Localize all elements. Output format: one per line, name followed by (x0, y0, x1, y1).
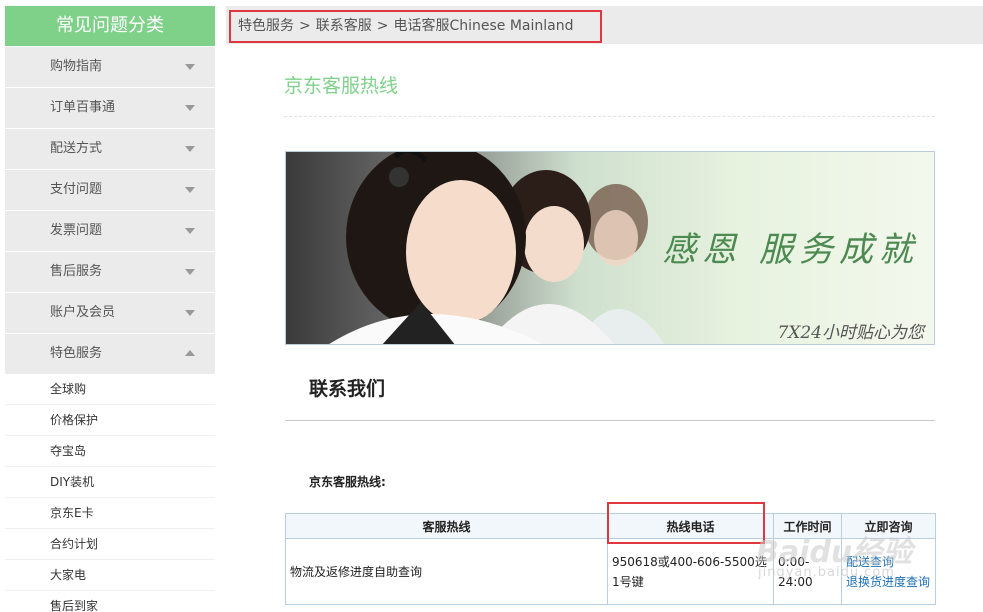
sidebar-subitem-global-purchase[interactable]: 全球购 (5, 374, 215, 405)
sidebar-item-label: 发票问题 (50, 223, 103, 238)
sidebar-subitem-home-service[interactable]: 售后到家 (5, 591, 215, 612)
sidebar-item-label: 配送方式 (50, 141, 103, 156)
sidebar-item-after-sales[interactable]: 售后服务 (5, 251, 215, 292)
sidebar-item-payment[interactable]: 支付问题 (5, 169, 215, 210)
sidebar-title: 常见问题分类 (5, 6, 215, 46)
breadcrumb-item-contact-service[interactable]: 联系客服 (316, 18, 372, 34)
chevron-down-icon (185, 228, 195, 234)
sidebar-item-account[interactable]: 账户及会员 (5, 292, 215, 333)
highlight-box (607, 502, 765, 544)
sidebar-item-label: 账户及会员 (50, 305, 116, 320)
cell-service: 物流及返修进度自助查询 (285, 538, 608, 605)
banner-slogan: 感恩 服务成就 (662, 230, 919, 270)
watermark-url: jingyan.baidu.com (758, 565, 895, 580)
page-title: 京东客服热线 (284, 75, 399, 97)
sidebar-subitem-diy-pc[interactable]: DIY装机 (5, 467, 215, 498)
column-header-service: 客服热线 (285, 513, 608, 539)
banner-image: 感恩 服务成就 7X24小时贴心为您 (285, 151, 935, 345)
sidebar-item-invoice[interactable]: 发票问题 (5, 210, 215, 251)
section-title: 联系我们 (309, 378, 386, 400)
sidebar-item-label: 特色服务 (50, 346, 103, 361)
breadcrumb-item-phone-service: 电话客服Chinese Mainland (393, 18, 574, 34)
cell-phone: 950618或400-606-5500选1号键 (607, 538, 774, 605)
sidebar: 常见问题分类 购物指南 订单百事通 配送方式 支付问题 发票问题 售后服务 账户… (5, 6, 215, 612)
sidebar-item-label: 订单百事通 (50, 100, 116, 115)
chevron-up-icon (185, 350, 195, 356)
chevron-down-icon (185, 269, 195, 275)
chevron-down-icon (185, 187, 195, 193)
sidebar-subitem-appliances[interactable]: 大家电 (5, 560, 215, 591)
chevron-down-icon (185, 146, 195, 152)
breadcrumb-separator: > (299, 18, 311, 34)
sidebar-item-orders[interactable]: 订单百事通 (5, 87, 215, 128)
divider (284, 116, 935, 117)
sidebar-subitem-contract-plan[interactable]: 合约计划 (5, 529, 215, 560)
chevron-down-icon (185, 64, 195, 70)
sidebar-item-label: 购物指南 (50, 59, 103, 74)
sidebar-item-label: 售后服务 (50, 264, 103, 279)
breadcrumb-separator: > (376, 18, 389, 34)
chevron-down-icon (185, 310, 195, 316)
chevron-down-icon (185, 105, 195, 111)
sidebar-item-shopping-guide[interactable]: 购物指南 (5, 46, 215, 87)
breadcrumb-item-special-services[interactable]: 特色服务 (238, 18, 294, 34)
sidebar-subitem-treasure-island[interactable]: 夺宝岛 (5, 436, 215, 467)
sidebar-subitem-e-card[interactable]: 京东E卡 (5, 498, 215, 529)
hotline-label: 京东客服热线: (309, 475, 386, 489)
banner-subtitle: 7X24小时贴心为您 (777, 323, 924, 343)
divider (285, 420, 935, 421)
sidebar-item-special-services[interactable]: 特色服务 (5, 333, 215, 374)
sidebar-item-delivery[interactable]: 配送方式 (5, 128, 215, 169)
sidebar-subitem-price-protection[interactable]: 价格保护 (5, 405, 215, 436)
breadcrumb: 特色服务 > 联系客服 > 电话客服Chinese Mainland (229, 10, 602, 43)
sidebar-item-label: 支付问题 (50, 182, 103, 197)
